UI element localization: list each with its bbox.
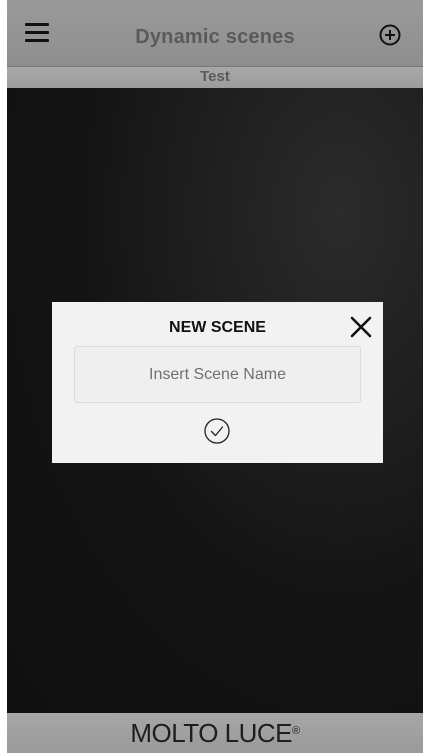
brand-logo: MOLTO LUCE® bbox=[7, 713, 423, 753]
confirm-button[interactable] bbox=[203, 417, 231, 445]
hamburger-menu-icon-line bbox=[25, 39, 49, 42]
registered-mark: ® bbox=[292, 725, 300, 737]
brand-name: MOLTO LUCE bbox=[130, 718, 293, 748]
plus-circle-icon bbox=[379, 24, 401, 46]
add-scene-button[interactable] bbox=[379, 24, 401, 46]
dialog-title: NEW SCENE bbox=[169, 319, 266, 336]
menu-button[interactable] bbox=[25, 22, 53, 44]
brand-footer: MOLTO LUCE® bbox=[7, 713, 423, 753]
check-circle-icon bbox=[204, 418, 230, 444]
app-screen: Dynamic scenes Test NEW SCENE Insert Sce… bbox=[7, 0, 423, 753]
top-bar: Dynamic scenes bbox=[7, 0, 423, 66]
hamburger-menu-icon-line bbox=[25, 23, 49, 26]
hamburger-menu-icon-line bbox=[25, 31, 49, 34]
close-button[interactable] bbox=[349, 315, 373, 339]
page-title: Dynamic scenes bbox=[135, 26, 295, 48]
close-x-icon bbox=[350, 316, 372, 338]
scene-name-input[interactable] bbox=[74, 346, 361, 403]
new-scene-dialog: NEW SCENE bbox=[52, 302, 383, 463]
group-title: Test bbox=[200, 68, 230, 85]
group-bar: Test bbox=[7, 66, 423, 88]
